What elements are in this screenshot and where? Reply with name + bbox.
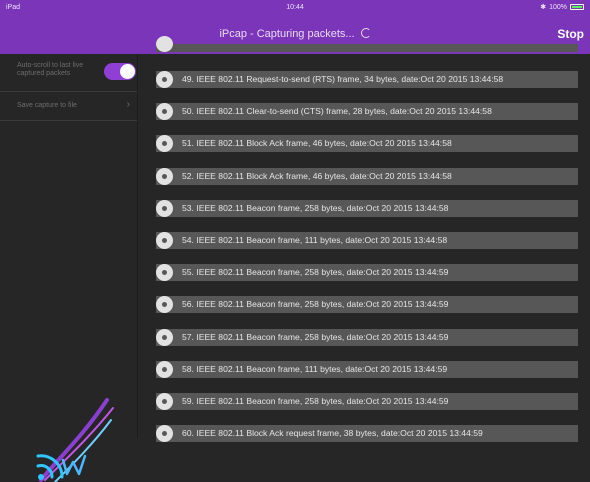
sidebar: Auto-scroll to last live captured packet…: [0, 54, 138, 482]
packet-bullet-icon: [156, 135, 173, 152]
packet-row[interactable]: 55. IEEE 802.11 Beacon frame, 258 bytes,…: [156, 264, 578, 281]
stop-button[interactable]: Stop: [557, 27, 584, 41]
packet-bullet-icon: [156, 232, 173, 249]
packet-text: 51. IEEE 802.11 Block Ack frame, 46 byte…: [182, 138, 452, 148]
packet-text: 55. IEEE 802.11 Beacon frame, 258 bytes,…: [182, 267, 449, 277]
packet-text: 52. IEEE 802.11 Block Ack frame, 46 byte…: [182, 171, 452, 181]
packet-text: 53. IEEE 802.11 Beacon frame, 258 bytes,…: [182, 203, 449, 213]
packet-bullet-icon: [156, 425, 173, 442]
packet-bullet-icon: [156, 393, 173, 410]
packet-text: 49. IEEE 802.11 Request-to-send (RTS) fr…: [182, 74, 504, 84]
packet-text: 50. IEEE 802.11 Clear-to-send (CTS) fram…: [182, 106, 492, 116]
save-capture-row[interactable]: Save capture to file ›: [0, 92, 137, 121]
packet-row[interactable]: 59. IEEE 802.11 Beacon frame, 258 bytes,…: [156, 393, 578, 410]
packet-bullet-icon: [156, 361, 173, 378]
battery-text: 100%: [549, 3, 567, 11]
toggle-knob: [120, 64, 135, 79]
packet-row[interactable]: 58. IEEE 802.11 Beacon frame, 111 bytes,…: [156, 361, 578, 378]
packet-row-partial[interactable]: [156, 36, 578, 52]
packet-text: 57. IEEE 802.11 Beacon frame, 258 bytes,…: [182, 332, 449, 342]
packet-text: 54. IEEE 802.11 Beacon frame, 111 bytes,…: [182, 235, 448, 245]
packet-text: 60. IEEE 802.11 Block Ack request frame,…: [182, 428, 483, 438]
packet-bullet-icon: [156, 200, 173, 217]
packet-bullet-icon: [156, 329, 173, 346]
status-time: 10:44: [286, 4, 304, 11]
status-bar: iPad 10:44 ✱ 100%: [0, 0, 590, 16]
packet-row[interactable]: 57. IEEE 802.11 Beacon frame, 258 bytes,…: [156, 329, 578, 346]
autoscroll-label: Auto-scroll to last live captured packet…: [17, 62, 84, 77]
packet-row[interactable]: 53. IEEE 802.11 Beacon frame, 258 bytes,…: [156, 200, 578, 217]
spinner-icon: [360, 28, 371, 38]
packet-row[interactable]: 60. IEEE 802.11 Block Ack request frame,…: [156, 425, 578, 442]
packet-row[interactable]: 54. IEEE 802.11 Beacon frame, 111 bytes,…: [156, 232, 578, 249]
autoscroll-toggle[interactable]: [104, 63, 136, 80]
packet-row[interactable]: 50. IEEE 802.11 Clear-to-send (CTS) fram…: [156, 103, 578, 120]
bluetooth-icon: ✱: [540, 4, 547, 11]
packet-row[interactable]: 51. IEEE 802.11 Block Ack frame, 46 byte…: [156, 135, 578, 152]
status-right: ✱ 100%: [540, 3, 584, 11]
packet-text: 56. IEEE 802.11 Beacon frame, 258 bytes,…: [182, 299, 449, 309]
app-logo-icon: [36, 398, 114, 482]
nav-title: iPcap - Capturing packets...: [0, 28, 590, 40]
packet-text: 58. IEEE 802.11 Beacon frame, 111 bytes,…: [182, 364, 448, 374]
packet-row[interactable]: 52. IEEE 802.11 Block Ack frame, 46 byte…: [156, 168, 578, 185]
packet-bullet-icon: [156, 168, 173, 185]
packet-row[interactable]: 49. IEEE 802.11 Request-to-send (RTS) fr…: [156, 71, 578, 88]
packet-bullet-icon: [156, 71, 173, 88]
packet-bullet-icon: [156, 36, 173, 52]
packet-bullet-icon: [156, 264, 173, 281]
packet-text: 59. IEEE 802.11 Beacon frame, 258 bytes,…: [182, 396, 449, 406]
autoscroll-row: Auto-scroll to last live captured packet…: [0, 54, 137, 92]
nav-title-text: iPcap - Capturing packets...: [219, 28, 355, 40]
packet-row[interactable]: 56. IEEE 802.11 Beacon frame, 258 bytes,…: [156, 296, 578, 313]
battery-icon: [570, 4, 584, 10]
packet-bullet-icon: [156, 296, 173, 313]
chevron-right-icon: ›: [126, 99, 130, 110]
packet-bullet-icon: [156, 103, 173, 120]
save-capture-label: Save capture to file: [17, 102, 77, 109]
